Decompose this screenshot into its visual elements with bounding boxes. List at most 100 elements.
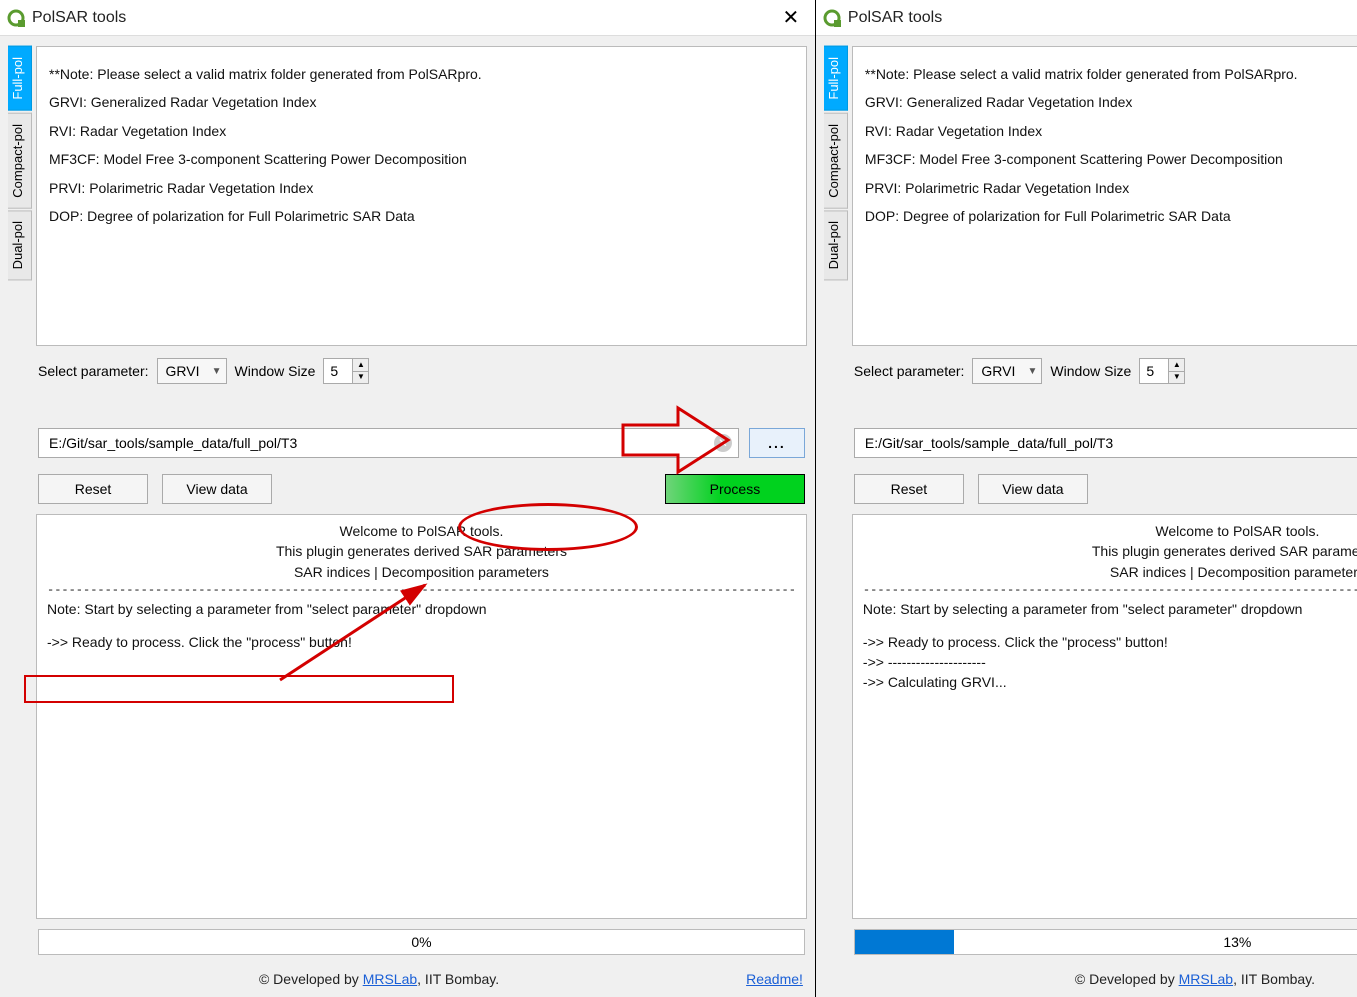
log-divider: ----------------------------------------… — [863, 582, 1357, 599]
param-row: Select parameter: GRVI ▼ Window Size 5 ▲… — [38, 358, 805, 384]
param-value: GRVI — [166, 363, 200, 379]
log-welcome2: This plugin generates derived SAR parame… — [863, 541, 1357, 561]
tab-full-pol[interactable]: Full-pol — [8, 46, 32, 111]
info-rvi: RVI: Radar Vegetation Index — [49, 120, 794, 142]
log-welcome3: SAR indices | Decomposition parameters — [47, 562, 796, 582]
info-prvi: PRVI: Polarimetric Radar Vegetation Inde… — [49, 177, 794, 199]
window-title: PolSAR tools — [848, 9, 942, 27]
panel: **Note: Please select a valid matrix fol… — [36, 46, 807, 959]
progress-fill — [855, 930, 954, 954]
spin-buttons: ▲ ▼ — [352, 359, 368, 383]
ws-value: 5 — [324, 359, 352, 383]
path-text: E:/Git/sar_tools/sample_data/full_pol/T3 — [49, 435, 297, 451]
titlebar: PolSAR tools ✕ — [816, 0, 1357, 36]
window-size-spin[interactable]: 5 ▲ ▼ — [1139, 358, 1185, 384]
info-rvi: RVI: Radar Vegetation Index — [865, 120, 1357, 142]
panel: **Note: Please select a valid matrix fol… — [852, 46, 1357, 959]
reset-button[interactable]: Reset — [38, 474, 148, 504]
ws-label: Window Size — [1050, 363, 1131, 379]
tabs: Full-pol Compact-pol Dual-pol — [824, 46, 848, 959]
window-right: PolSAR tools ✕ Full-pol Compact-pol Dual… — [816, 0, 1357, 997]
path-input[interactable]: E:/Git/sar_tools/sample_data/full_pol/T3… — [38, 428, 739, 458]
tab-dual-pol[interactable]: Dual-pol — [824, 210, 848, 280]
tab-dual-pol[interactable]: Dual-pol — [8, 210, 32, 280]
titlebar: PolSAR tools ✕ — [0, 0, 815, 36]
log-calc: ->> Calculating GRVI... — [863, 672, 1357, 692]
param-select[interactable]: GRVI ▼ — [972, 358, 1042, 384]
path-text: E:/Git/sar_tools/sample_data/full_pol/T3 — [865, 435, 1113, 451]
spin-down-icon[interactable]: ▼ — [353, 372, 368, 384]
log-ready: ->> Ready to process. Click the "process… — [47, 632, 796, 652]
log-divider: ----------------------------------------… — [47, 582, 796, 599]
browse-button[interactable]: ... — [749, 428, 805, 458]
tab-full-pol[interactable]: Full-pol — [824, 46, 848, 111]
log-ready: ->> Ready to process. Click the "process… — [863, 632, 1357, 652]
path-row: E:/Git/sar_tools/sample_data/full_pol/T3… — [38, 428, 805, 458]
info-prvi: PRVI: Polarimetric Radar Vegetation Inde… — [865, 177, 1357, 199]
info-mf3cf: MF3CF: Model Free 3-component Scattering… — [49, 148, 794, 170]
spin-down-icon[interactable]: ▼ — [1169, 372, 1184, 384]
button-row: Reset View data Process — [854, 474, 1357, 504]
log-welcome1: Welcome to PolSAR tools. — [47, 521, 796, 541]
footer: © Developed by MRSLab, IIT Bombay. Readm… — [816, 965, 1357, 997]
mrslab-link[interactable]: MRSLab — [1179, 971, 1233, 987]
info-box: **Note: Please select a valid matrix fol… — [852, 46, 1357, 346]
ws-value: 5 — [1140, 359, 1168, 383]
tab-compact-pol[interactable]: Compact-pol — [8, 113, 32, 209]
spin-up-icon[interactable]: ▲ — [1169, 359, 1184, 372]
info-note: **Note: Please select a valid matrix fol… — [49, 63, 794, 85]
ws-label: Window Size — [235, 363, 316, 379]
path-input[interactable]: E:/Git/sar_tools/sample_data/full_pol/T3… — [854, 428, 1357, 458]
window-size-spin[interactable]: 5 ▲ ▼ — [323, 358, 369, 384]
process-button[interactable]: Process — [665, 474, 805, 504]
reset-button[interactable]: Reset — [854, 474, 964, 504]
log-dash2: ->> --------------------- — [863, 652, 1357, 672]
readme-link[interactable]: Readme! — [746, 971, 803, 987]
spacer — [47, 620, 796, 632]
info-box: **Note: Please select a valid matrix fol… — [36, 46, 807, 346]
param-row: Select parameter: GRVI ▼ Window Size 5 ▲… — [854, 358, 1357, 384]
mrslab-link[interactable]: MRSLab — [363, 971, 417, 987]
log-note: Note: Start by selecting a parameter fro… — [863, 599, 1357, 619]
progress-text: 0% — [411, 934, 431, 950]
footer-text: © Developed by MRSLab, IIT Bombay. — [1075, 971, 1315, 987]
progress-text: 13% — [1223, 934, 1251, 950]
button-row: Reset View data Process — [38, 474, 805, 504]
param-select[interactable]: GRVI ▼ — [157, 358, 227, 384]
log-welcome1: Welcome to PolSAR tools. — [863, 521, 1357, 541]
qgis-icon — [6, 8, 26, 28]
param-label: Select parameter: — [38, 363, 149, 379]
info-grvi: GRVI: Generalized Radar Vegetation Index — [49, 91, 794, 113]
spacer — [863, 620, 1357, 632]
log-box: Welcome to PolSAR tools. This plugin gen… — [852, 514, 1357, 919]
tab-compact-pol[interactable]: Compact-pol — [824, 113, 848, 209]
spin-up-icon[interactable]: ▲ — [353, 359, 368, 372]
info-grvi: GRVI: Generalized Radar Vegetation Index — [865, 91, 1357, 113]
param-value: GRVI — [981, 363, 1015, 379]
view-data-button[interactable]: View data — [978, 474, 1088, 504]
info-mf3cf: MF3CF: Model Free 3-component Scattering… — [865, 148, 1357, 170]
body: Full-pol Compact-pol Dual-pol **Note: Pl… — [0, 36, 815, 965]
progress-bar: 0% — [38, 929, 805, 955]
spin-buttons: ▲ ▼ — [1168, 359, 1184, 383]
log-welcome3: SAR indices | Decomposition parameters — [863, 562, 1357, 582]
view-data-button[interactable]: View data — [162, 474, 272, 504]
log-note: Note: Start by selecting a parameter fro… — [47, 599, 796, 619]
progress-bar: 13% — [854, 929, 1357, 955]
info-note: **Note: Please select a valid matrix fol… — [865, 63, 1357, 85]
chevron-down-icon: ▼ — [1028, 366, 1038, 377]
param-label: Select parameter: — [854, 363, 965, 379]
info-dop: DOP: Degree of polarization for Full Pol… — [49, 205, 794, 227]
clear-icon[interactable]: ✕ — [714, 434, 732, 452]
log-welcome2: This plugin generates derived SAR parame… — [47, 541, 796, 561]
chevron-down-icon: ▼ — [212, 366, 222, 377]
qgis-icon — [822, 8, 842, 28]
log-box: Welcome to PolSAR tools. This plugin gen… — [36, 514, 807, 919]
info-dop: DOP: Degree of polarization for Full Pol… — [865, 205, 1357, 227]
body: Full-pol Compact-pol Dual-pol **Note: Pl… — [816, 36, 1357, 965]
window-left: PolSAR tools ✕ Full-pol Compact-pol Dual… — [0, 0, 815, 997]
footer: © Developed by MRSLab, IIT Bombay. Readm… — [0, 965, 815, 997]
footer-text: © Developed by MRSLab, IIT Bombay. — [259, 971, 499, 987]
window-title: PolSAR tools — [32, 9, 126, 27]
close-icon[interactable]: ✕ — [773, 5, 809, 30]
